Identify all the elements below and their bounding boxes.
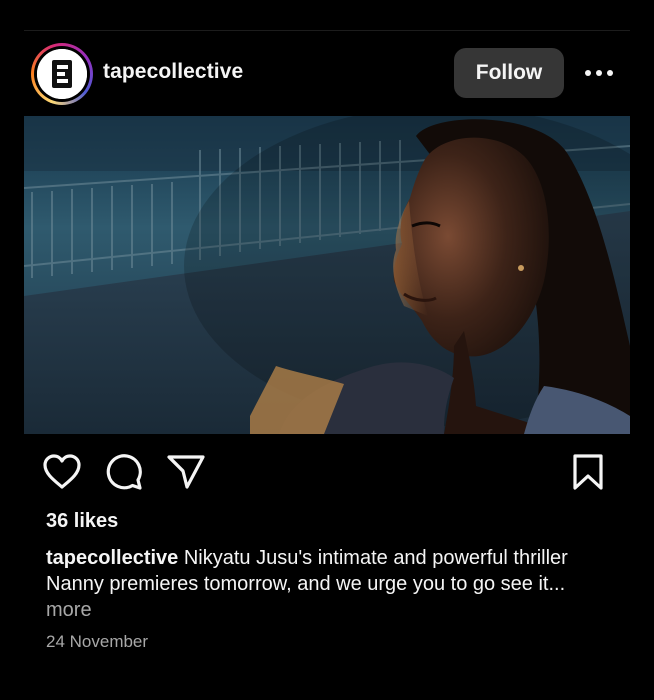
caption: tapecollective Nikyatu Jusu's intimate a… — [46, 545, 616, 623]
post-actions — [0, 450, 654, 498]
post-image[interactable] — [24, 116, 630, 434]
post-header: tapecollective Follow — [0, 42, 654, 106]
share-icon — [167, 455, 205, 489]
likes-count[interactable]: 36 likes — [46, 510, 118, 533]
post-photo — [24, 116, 630, 434]
post-date: 24 November — [46, 632, 149, 651]
comment-icon — [106, 454, 142, 490]
like-button[interactable] — [40, 450, 84, 494]
more-options-icon — [585, 70, 613, 76]
follow-button[interactable]: Follow — [454, 48, 564, 98]
comment-button[interactable] — [102, 450, 146, 494]
heart-icon — [43, 454, 81, 489]
bookmark-icon — [573, 454, 603, 490]
caption-more-link[interactable]: more — [46, 599, 92, 621]
tape-collective-logo-icon — [37, 49, 87, 99]
share-button[interactable] — [164, 450, 208, 494]
top-divider — [24, 30, 630, 31]
more-options-button[interactable] — [580, 58, 618, 88]
story-ring[interactable] — [31, 43, 93, 105]
avatar[interactable] — [37, 49, 87, 99]
save-button[interactable] — [566, 450, 610, 494]
username[interactable]: tapecollective — [103, 60, 243, 84]
caption-username[interactable]: tapecollective — [46, 547, 178, 569]
avatar-gap — [34, 46, 90, 102]
